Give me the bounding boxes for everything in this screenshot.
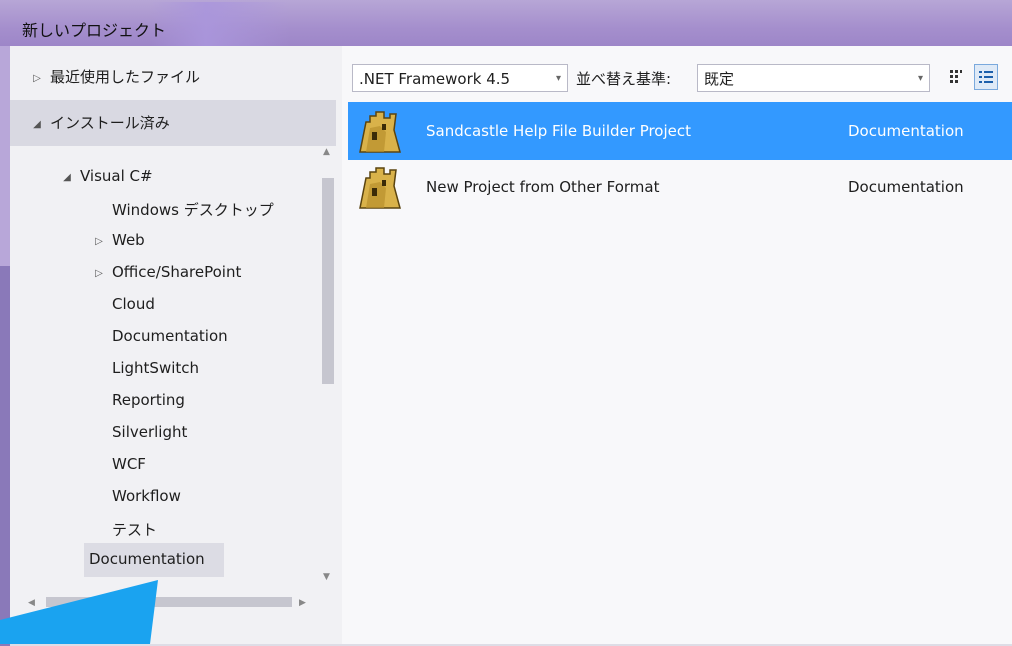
expand-arrow-icon[interactable]: ▷	[92, 236, 106, 247]
tree-node-child[interactable]: Windows デスクトップ	[92, 199, 274, 220]
tree-child-label: Office/SharePoint	[112, 263, 242, 281]
expand-arrow-icon[interactable]: ▷	[92, 268, 106, 279]
template-category: Documentation	[848, 122, 964, 140]
sort-select[interactable]: 既定 ▾	[697, 64, 930, 92]
template-name: New Project from Other Format	[426, 178, 660, 196]
tree-node-child[interactable]: Silverlight	[92, 423, 187, 441]
window-title: 新しいプロジェクト	[22, 21, 167, 40]
tree-node-child[interactable]: Cloud	[92, 295, 155, 313]
tree-node-child[interactable]: ▷ Office/SharePoint	[92, 263, 241, 281]
collapse-arrow-icon[interactable]: ◢	[60, 172, 74, 183]
tree-child-label: Documentation	[112, 327, 228, 345]
expand-arrow-icon[interactable]: ▷	[30, 73, 44, 84]
tree-vscroll-thumb[interactable]	[322, 178, 334, 384]
tree-child-label: Web	[112, 231, 145, 249]
list-view-button[interactable]	[974, 64, 998, 90]
tree-node-installed[interactable]: ◢ インストール済み	[30, 112, 170, 133]
tree-node-documentation-selected[interactable]: Documentation	[89, 550, 205, 568]
tree-node-child[interactable]: テスト	[92, 519, 157, 540]
tree-node-child[interactable]: ▷ Web	[92, 231, 145, 249]
tree-node-visual-cs[interactable]: ◢ Visual C#	[60, 167, 153, 185]
scroll-up-icon[interactable]: ▲	[323, 147, 330, 157]
tree-label-recent: 最近使用したファイル	[50, 68, 201, 86]
chevron-down-icon[interactable]: ▾	[556, 65, 561, 93]
template-item[interactable]: Sandcastle Help File Builder Project Docu…	[348, 102, 1012, 160]
tree-child-label: WCF	[112, 455, 146, 473]
tree-child-label: テスト	[112, 521, 158, 539]
grid-view-icon	[950, 70, 962, 83]
tree-node-child[interactable]: LightSwitch	[92, 359, 199, 377]
sort-select-value: 既定	[704, 70, 735, 88]
title-bar: 新しいプロジェクト	[0, 0, 1012, 47]
scroll-down-icon[interactable]: ▼	[323, 572, 330, 582]
collapse-arrow-icon[interactable]: ◢	[30, 119, 44, 130]
template-item[interactable]: New Project from Other Format Documentati…	[348, 158, 1012, 216]
list-view-icon	[979, 71, 993, 83]
tree-child-label: Reporting	[112, 391, 185, 409]
sandcastle-icon	[356, 164, 404, 210]
tree-child-label: Windows デスクトップ	[112, 201, 274, 219]
tree-child-label: Cloud	[112, 295, 155, 313]
scroll-right-icon[interactable]: ▶	[299, 598, 306, 608]
framework-select[interactable]: .NET Framework 4.5 ▾	[352, 64, 568, 92]
tree-node-recent[interactable]: ▷ 最近使用したファイル	[30, 66, 200, 87]
tree-node-child[interactable]: Reporting	[92, 391, 185, 409]
chevron-down-icon[interactable]: ▾	[918, 65, 923, 93]
annotation-pointer	[0, 580, 158, 644]
sort-label: 並べ替え基準:	[576, 70, 672, 88]
template-category: Documentation	[848, 178, 964, 196]
tree-label-visual-cs: Visual C#	[80, 167, 153, 185]
window-left-edge	[0, 46, 10, 646]
tree-node-child[interactable]: WCF	[92, 455, 146, 473]
framework-select-value: .NET Framework 4.5	[359, 70, 511, 88]
tree-child-label: Workflow	[112, 487, 181, 505]
sandcastle-icon	[356, 108, 404, 154]
tree-node-child[interactable]: Documentation	[92, 327, 228, 345]
template-name: Sandcastle Help File Builder Project	[426, 122, 692, 140]
tree-node-child[interactable]: Workflow	[92, 487, 181, 505]
titlebar-glare	[150, 2, 290, 46]
tree-child-label: LightSwitch	[112, 359, 200, 377]
tree-child-label: Silverlight	[112, 423, 188, 441]
tree-label-installed: インストール済み	[50, 114, 170, 132]
small-icons-view-button[interactable]	[944, 64, 968, 90]
